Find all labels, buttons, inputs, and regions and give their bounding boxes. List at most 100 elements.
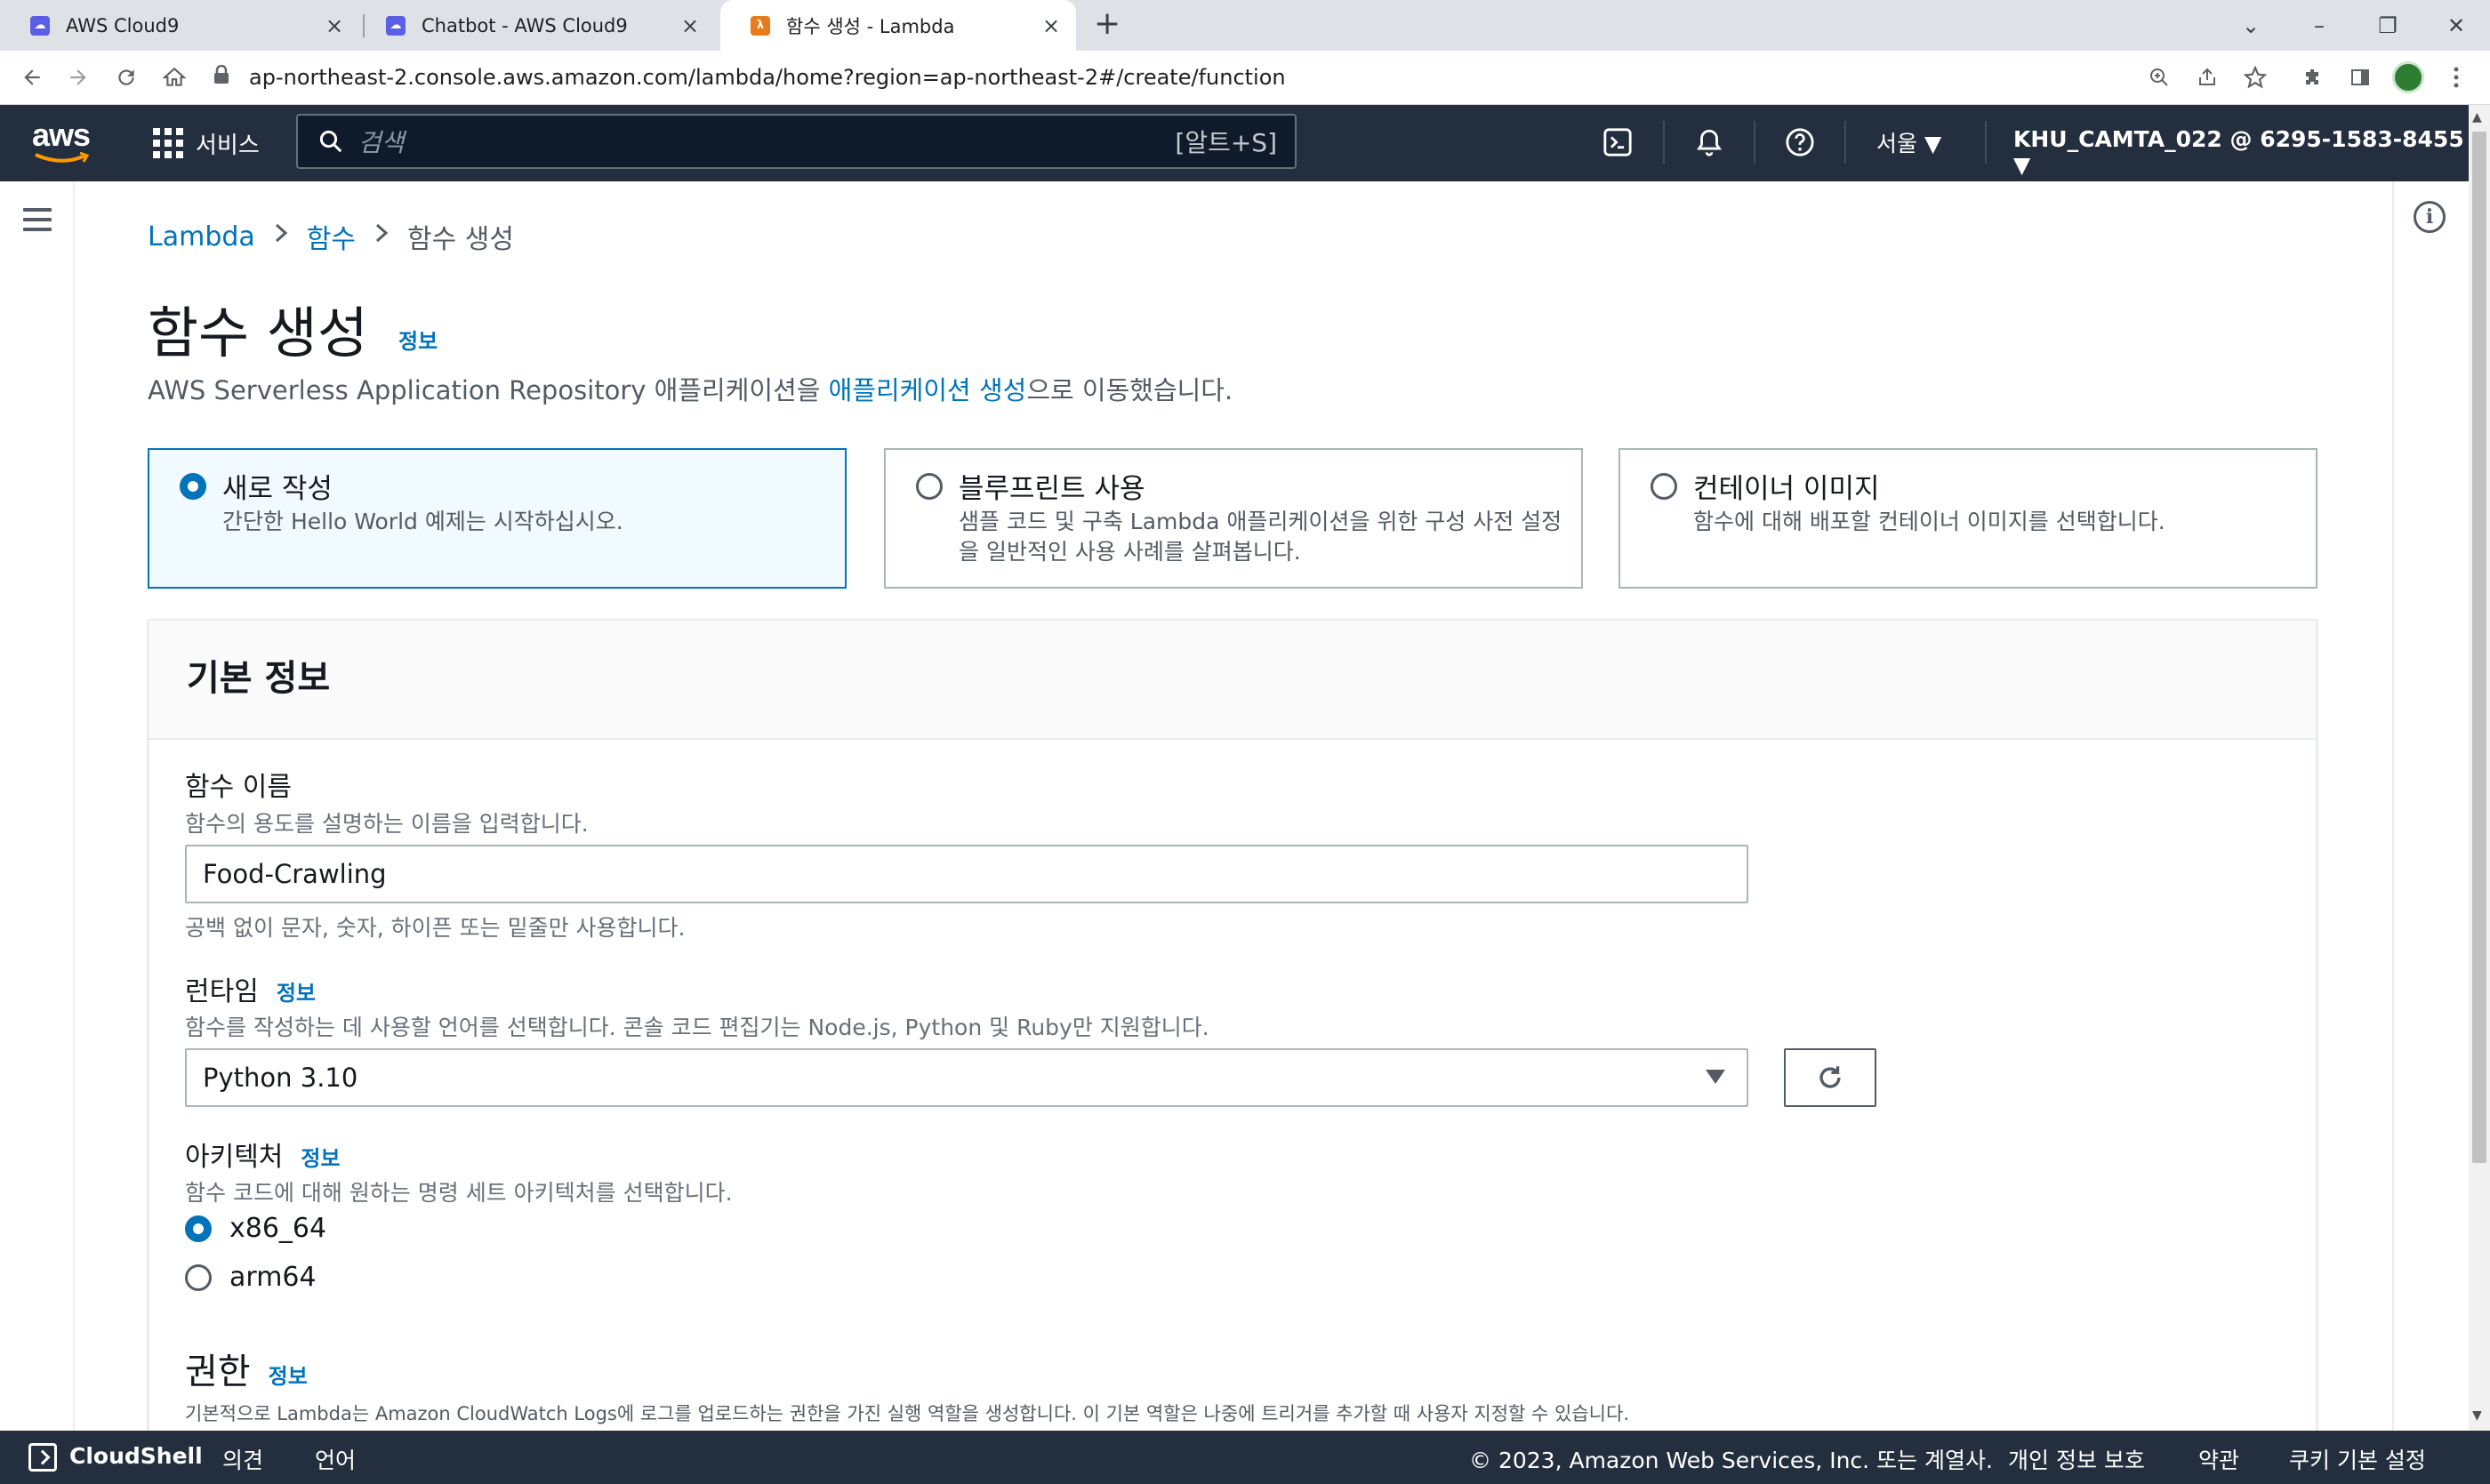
zoom-icon[interactable]: [2143, 61, 2175, 93]
region-selector[interactable]: 서울 ▼: [1876, 126, 1941, 158]
nav-divider: [1985, 121, 1987, 164]
main-content: Lambda 함수 함수 생성 함수 생성 정보 AWS Serverless …: [75, 181, 2392, 1431]
runtime-value: Python 3.10: [203, 1063, 358, 1093]
subtitle-suffix: 으로 이동했습니다.: [1026, 375, 1233, 405]
browser-tab[interactable]: ☁ AWS Cloud9 ×: [0, 0, 359, 51]
new-tab-button[interactable]: +: [1094, 5, 1120, 42]
architecture-option-arm64[interactable]: arm64: [185, 1262, 317, 1293]
back-icon[interactable]: [16, 61, 48, 93]
footer-cookie-preferences[interactable]: 쿠키 기본 설정: [2289, 1443, 2426, 1475]
architecture-option-label: arm64: [229, 1262, 317, 1293]
caret-down-icon: [1706, 1070, 1725, 1084]
bell-icon[interactable]: [1691, 124, 1727, 160]
extensions-icon[interactable]: [2296, 61, 2328, 93]
breadcrumb: Lambda 함수 함수 생성: [148, 217, 514, 256]
browser-tab[interactable]: ☁ Chatbot - AWS Cloud9 ×: [356, 0, 715, 51]
footer-privacy[interactable]: 개인 정보 보호: [2008, 1443, 2145, 1475]
info-panel-icon[interactable]: i: [2414, 201, 2446, 233]
option-container-image[interactable]: 컨테이너 이미지 함수에 대해 배포할 컨테이너 이미지를 선택합니다.: [1618, 448, 2317, 589]
bookmark-star-icon[interactable]: [2239, 61, 2271, 93]
breadcrumb-functions[interactable]: 함수: [307, 217, 356, 256]
runtime-label: 런타임 정보: [185, 969, 316, 1008]
share-icon[interactable]: [2191, 61, 2223, 93]
footer-cloudshell[interactable]: CloudShell: [69, 1443, 203, 1469]
radio-unselected[interactable]: [916, 473, 943, 500]
search-input[interactable]: 검색 [알트+S]: [296, 114, 1297, 169]
lock-icon: [213, 64, 240, 90]
aws-logo[interactable]: aws: [32, 119, 94, 164]
account-menu[interactable]: KHU_CAMTA_022 @ 6295-1583-8455 ▼: [2013, 126, 2472, 178]
tab-search-icon[interactable]: ⌄: [2220, 0, 2282, 51]
footer-language[interactable]: 언어: [315, 1443, 356, 1475]
option-description: 간단한 Hello World 예제는 시작하십시오.: [222, 509, 623, 534]
radio-selected[interactable]: [185, 1215, 212, 1242]
function-name-description: 함수의 용도를 설명하는 이름을 입력합니다.: [185, 811, 589, 837]
permissions-description: 기본적으로 Lambda는 Amazon CloudWatch Logs에 로그…: [185, 1403, 1630, 1424]
minimize-icon[interactable]: –: [2288, 0, 2350, 51]
services-label: 서비스: [196, 132, 260, 159]
radio-unselected[interactable]: [185, 1263, 212, 1291]
footer-feedback[interactable]: 의견: [222, 1443, 263, 1475]
option-title: 블루프린트 사용: [959, 473, 1145, 505]
panel-title: 기본 정보: [187, 658, 331, 699]
option-title: 새로 작성: [222, 473, 333, 505]
breadcrumb-lambda[interactable]: Lambda: [148, 221, 255, 253]
cloudshell-icon[interactable]: [28, 1443, 57, 1472]
side-panel-icon[interactable]: [2344, 61, 2376, 93]
close-icon[interactable]: ×: [317, 13, 352, 38]
page-subtitle: AWS Serverless Application Repository 애플…: [148, 370, 1233, 407]
tab-title: Chatbot - AWS Cloud9: [422, 14, 628, 36]
nav-divider: [1663, 121, 1665, 164]
permissions-heading: 권한 정보: [185, 1343, 308, 1394]
create-application-link[interactable]: 애플리케이션 생성: [829, 375, 1027, 405]
left-side-rail: [0, 181, 75, 1431]
function-name-value: Food-Crawling: [203, 859, 387, 889]
close-icon[interactable]: ×: [1033, 13, 1069, 38]
lambda-icon: λ: [751, 15, 770, 36]
tab-title: AWS Cloud9: [66, 14, 180, 36]
scroll-up-icon[interactable]: ▲: [2472, 110, 2482, 124]
runtime-select[interactable]: Python 3.10: [185, 1048, 1748, 1107]
architecture-info-link[interactable]: 정보: [301, 1146, 340, 1171]
nav-divider: [1754, 121, 1755, 164]
right-side-rail: i: [2392, 181, 2472, 1431]
browser-tab-active[interactable]: λ 함수 생성 - Lambda ×: [720, 0, 1076, 51]
scroll-down-icon[interactable]: ▼: [2472, 1408, 2482, 1423]
permissions-info-link[interactable]: 정보: [269, 1364, 308, 1389]
refresh-runtime-button[interactable]: [1784, 1048, 1876, 1107]
panel-header: 기본 정보: [149, 621, 2316, 740]
services-menu-button[interactable]: 서비스: [153, 123, 260, 164]
window-close-icon[interactable]: ✕: [2425, 0, 2487, 51]
option-description: 샘플 코드 및 구축 Lambda 애플리케이션을 위한 구성 사전 설정을 일…: [959, 509, 1562, 565]
breadcrumb-current: 함수 생성: [407, 224, 514, 255]
restore-icon[interactable]: ❐: [2357, 0, 2419, 51]
menu-icon[interactable]: [23, 208, 52, 237]
nav-divider: [1844, 121, 1846, 164]
permissions-label: 권한: [185, 1352, 251, 1392]
browser-menu-icon[interactable]: [2440, 61, 2472, 93]
footer-terms[interactable]: 약관: [2198, 1443, 2239, 1475]
forward-icon[interactable]: [62, 61, 94, 93]
architecture-description: 함수 코드에 대해 원하는 명령 세트 아키텍처를 선택합니다.: [185, 1180, 733, 1206]
home-icon[interactable]: [158, 61, 190, 93]
aws-logo-text: aws: [32, 116, 91, 153]
function-name-input[interactable]: Food-Crawling: [185, 845, 1748, 903]
help-icon[interactable]: [1782, 124, 1818, 160]
subtitle-prefix: AWS Serverless Application Repository 애플…: [148, 375, 829, 405]
cloud9-icon: ☁: [30, 15, 50, 36]
close-icon[interactable]: ×: [672, 13, 708, 38]
option-author-from-scratch[interactable]: 새로 작성 간단한 Hello World 예제는 시작하십시오.: [148, 448, 847, 589]
url-field[interactable]: ap-northeast-2.console.aws.amazon.com/la…: [213, 60, 2152, 95]
scrollbar-thumb[interactable]: [2472, 132, 2486, 1163]
architecture-option-x86[interactable]: x86_64: [185, 1213, 326, 1244]
architecture-option-label: x86_64: [229, 1213, 327, 1244]
option-use-blueprint[interactable]: 블루프린트 사용 샘플 코드 및 구축 Lambda 애플리케이션을 위한 구성…: [884, 448, 1583, 589]
reload-icon[interactable]: [110, 61, 142, 93]
page-scrollbar[interactable]: ▲ ▼: [2469, 105, 2490, 1431]
profile-avatar[interactable]: [2392, 61, 2424, 93]
title-info-link[interactable]: 정보: [398, 324, 438, 355]
radio-selected[interactable]: [180, 473, 206, 500]
radio-unselected[interactable]: [1651, 473, 1677, 500]
runtime-info-link[interactable]: 정보: [277, 981, 316, 1006]
cloudshell-icon[interactable]: [1600, 124, 1635, 160]
